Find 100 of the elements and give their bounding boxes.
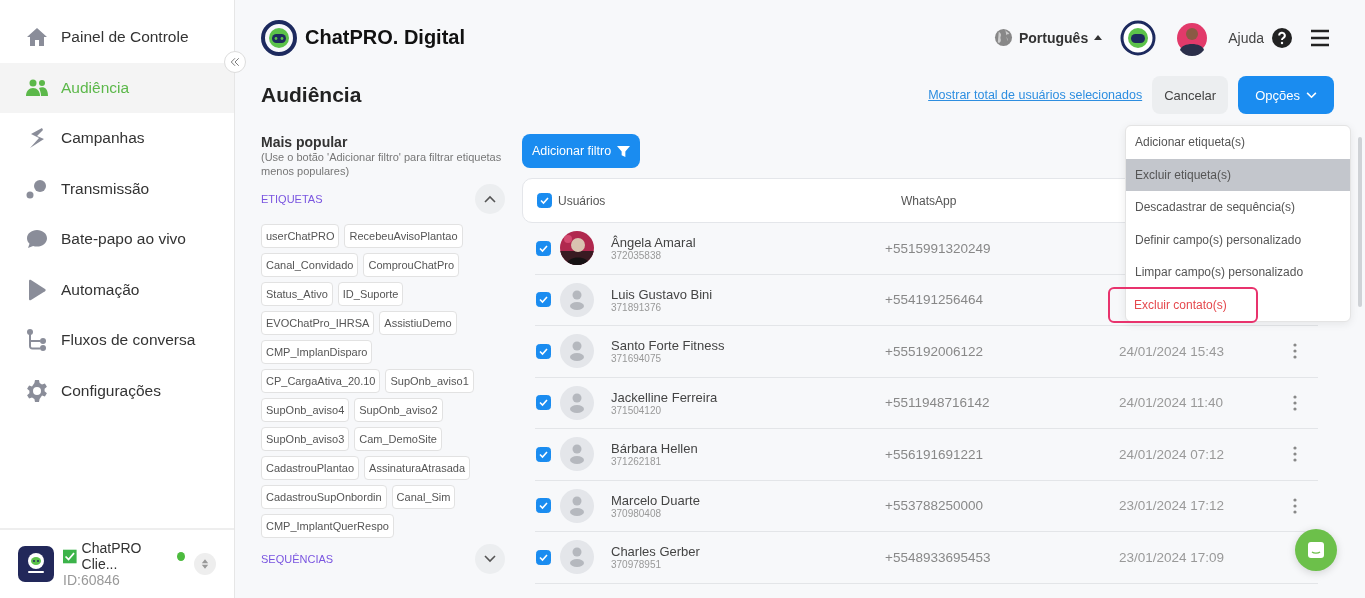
tag-chip[interactable]: userChatPRO: [261, 224, 340, 248]
menu-item[interactable]: Adicionar etiqueta(s): [1126, 126, 1350, 159]
nav-item[interactable]: Painel de Controle: [0, 12, 234, 63]
row-checkbox[interactable]: [536, 446, 551, 462]
tag-chip[interactable]: Canal_Sim: [391, 485, 456, 509]
brand-name: ChatPRO. Digital: [305, 26, 465, 49]
contact-name: Ângela Amaral: [611, 235, 697, 251]
more-options-icon[interactable]: [1293, 446, 1297, 463]
filters-title: Mais popular: [261, 134, 349, 150]
help-icon[interactable]: [1272, 27, 1292, 48]
cancel-button[interactable]: Cancelar: [1152, 76, 1229, 114]
scrollbar[interactable]: [1358, 137, 1362, 307]
tag-chip[interactable]: EVOChatPro_IHRSA: [261, 311, 375, 335]
nav-item[interactable]: Fluxos de conversa: [0, 315, 234, 366]
chat-launcher-button[interactable]: [1295, 529, 1337, 571]
tag-chip[interactable]: ComprouChatPro: [363, 253, 460, 277]
row-checkbox[interactable]: [536, 240, 551, 256]
date-time: 24/01/2024 15:43: [1119, 343, 1226, 359]
contact-name: Charles Gerber: [611, 544, 701, 560]
language-selector[interactable]: Português: [993, 28, 1103, 47]
contact-name: Luis Gustavo Bini: [611, 286, 714, 302]
contact-id: 370978951: [611, 559, 663, 571]
tag-chip[interactable]: SupOnb_aviso1: [385, 369, 474, 393]
more-options-icon[interactable]: [1293, 497, 1297, 514]
menu-item[interactable]: Excluir etiqueta(s): [1126, 158, 1350, 191]
tag-chip[interactable]: SupOnb_aviso2: [354, 398, 443, 422]
nav-item[interactable]: Bate-papo ao vivo: [0, 214, 234, 265]
column-header: WhatsApp: [901, 193, 957, 208]
more-options-icon[interactable]: [1293, 343, 1297, 360]
row-checkbox[interactable]: [536, 395, 551, 411]
menu-item[interactable]: Descadastrar de sequência(s): [1126, 191, 1350, 224]
filters-hint: (Use o botão 'Adicionar filtro' para filtrar etiquetas menos populares): [261, 150, 503, 178]
row-checkbox[interactable]: [536, 343, 551, 359]
contact-name: Bárbara Hellen: [611, 441, 699, 457]
double-chevron-left-icon: [229, 56, 241, 68]
phone-number: +555192006122: [885, 343, 984, 359]
contact-id: 371694075: [611, 353, 663, 365]
account-id: ID:60846: [63, 572, 121, 588]
chevron-down-icon: [1306, 91, 1317, 99]
menu-item[interactable]: Limpar campo(s) personalizado: [1126, 256, 1350, 289]
nav-item[interactable]: Configurações: [0, 365, 234, 416]
tag-chip[interactable]: CadastrouSupOnbordin: [261, 485, 387, 509]
more-options-icon[interactable]: [1293, 394, 1297, 411]
contact-id: 372035838: [611, 250, 663, 262]
tag-chip[interactable]: RecebeuAvisoPlantao: [344, 224, 463, 248]
column-header: Usuários: [558, 193, 607, 208]
menu-icon[interactable]: [1310, 27, 1330, 48]
chevron-up-icon: [484, 195, 496, 203]
tag-chip[interactable]: AssinaturaAtrasada: [364, 456, 471, 480]
contact-name: Jackelline Ferreira: [611, 389, 719, 405]
tag-chip[interactable]: Status_Ativo: [261, 282, 333, 306]
collapse-sidebar-button[interactable]: [224, 51, 246, 73]
menu-item[interactable]: Excluir contato(s): [1110, 288, 1256, 321]
tag-chip[interactable]: CMP_ImplantQuerRespo: [261, 514, 394, 538]
chevron-down-icon: [484, 555, 496, 563]
tag-chip[interactable]: SupOnb_aviso4: [261, 398, 350, 422]
section-label: ETIQUETAS: [261, 193, 323, 205]
up-down-arrows-icon: [201, 558, 209, 570]
tag-chip[interactable]: CMP_ImplanDisparo: [261, 340, 373, 364]
row-checkbox[interactable]: [536, 549, 551, 565]
nav-item[interactable]: Campanhas: [0, 113, 234, 164]
app-logo-icon: [18, 546, 54, 582]
select-all-checkbox[interactable]: [537, 193, 552, 208]
tag-chip[interactable]: Cam_DemoSite: [354, 427, 442, 451]
contact-id: 371504120: [611, 404, 663, 416]
nav-item[interactable]: Transmissão: [0, 163, 234, 214]
phone-number: +5548933695453: [885, 549, 992, 565]
settings-icon: [25, 378, 49, 403]
phone-number: +5511948716142: [885, 395, 991, 411]
bot-avatar-icon[interactable]: [1120, 19, 1157, 56]
tag-chip[interactable]: ID_Suporte: [337, 282, 404, 306]
account-name: ChatPRO Clie...: [81, 540, 143, 572]
caret-icon: [1094, 35, 1103, 40]
page-title: Audiência: [261, 83, 362, 107]
help-link[interactable]: Ajuda: [1228, 29, 1264, 46]
phone-number: +554191256464: [885, 292, 984, 308]
expand-button[interactable]: [475, 544, 505, 574]
row-checkbox[interactable]: [536, 498, 551, 514]
menu-item[interactable]: Definir campo(s) personalizado: [1126, 223, 1350, 256]
tag-chip[interactable]: CadastrouPlantao: [261, 456, 360, 480]
tag-chip[interactable]: AssistiuDemo: [379, 311, 457, 335]
globe-icon: [993, 28, 1013, 47]
nav-item[interactable]: Automação: [0, 264, 234, 315]
tag-chip[interactable]: SupOnb_aviso3: [261, 427, 350, 451]
phone-number: +556191691221: [885, 446, 984, 462]
phone-number: +5515991320249: [885, 240, 992, 256]
filter-icon: [617, 144, 631, 158]
tag-chip[interactable]: Canal_Convidado: [261, 253, 359, 277]
phone-number: +553788250000: [885, 498, 984, 514]
collapse-button[interactable]: [475, 184, 505, 214]
date-time: 24/01/2024 11:40: [1119, 395, 1225, 411]
contact-id: 371891376: [611, 301, 663, 313]
tag-chip[interactable]: CP_CargaAtiva_20.10: [261, 369, 381, 393]
row-checkbox[interactable]: [536, 292, 551, 308]
date-time: 24/01/2024 07:12: [1119, 446, 1226, 462]
flow-icon: [25, 328, 49, 353]
section-label: SEQUÊNCIAS: [261, 553, 334, 565]
chat-icon: [1306, 540, 1326, 560]
account-switch-button[interactable]: [194, 553, 216, 575]
contact-name: Marcelo Duarte: [611, 492, 701, 508]
